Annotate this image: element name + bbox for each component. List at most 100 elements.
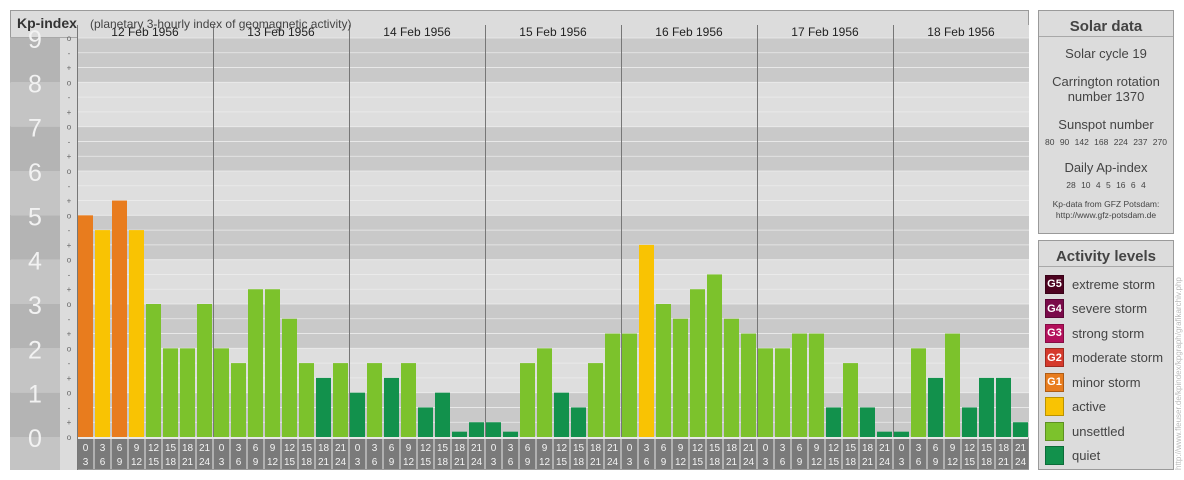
interval-end-label: 12 <box>675 457 687 468</box>
activity-level-swatch: G4 <box>1045 299 1064 318</box>
y-tick-label: 7 <box>28 115 42 143</box>
activity-level-item: G2 moderate storm <box>1045 348 1163 368</box>
activity-level-item: quiet <box>1045 446 1100 466</box>
interval-start-label: 12 <box>964 443 976 454</box>
kp-bar <box>248 289 263 437</box>
kp-bar <box>350 392 365 437</box>
kp-bar <box>792 333 807 437</box>
interval-end-label: 24 <box>879 457 891 468</box>
y-minor-tick: + <box>67 108 72 117</box>
interval-end-label: 9 <box>933 457 939 468</box>
y-minor-tick: - <box>68 226 71 235</box>
interval-end-label: 6 <box>372 457 378 468</box>
kp-bar <box>265 289 280 437</box>
plot-band <box>77 126 1029 171</box>
activity-level-label: unsettled <box>1072 423 1125 439</box>
interval-start-label: 12 <box>692 443 704 454</box>
interval-start-label: 18 <box>182 443 194 454</box>
y-minor-tick: o <box>67 211 72 220</box>
y-minor-tick: + <box>67 197 72 206</box>
kp-bar <box>282 318 297 437</box>
y-minor-tick: o <box>67 167 72 176</box>
y-tick-label: 2 <box>28 336 42 364</box>
solar-data-panel: Solar data Solar cycle 19 Carrington rot… <box>1038 10 1174 234</box>
chart-subtitle: (planetary 3-hourly index of geomagnetic… <box>90 17 351 31</box>
interval-end-label: 15 <box>964 457 976 468</box>
interval-start-label: 21 <box>1015 443 1027 454</box>
interval-start-label: 15 <box>165 443 177 454</box>
interval-start-label: 21 <box>879 443 891 454</box>
interval-end-label: 6 <box>644 457 650 468</box>
day-label: 16 Feb 1956 <box>655 25 723 39</box>
interval-end-label: 9 <box>117 457 123 468</box>
kp-bar <box>503 431 518 437</box>
interval-start-label: 18 <box>318 443 330 454</box>
kp-bar <box>860 407 875 437</box>
interval-start-label: 3 <box>916 443 922 454</box>
interval-start-label: 21 <box>607 443 619 454</box>
activity-level-label: quiet <box>1072 448 1101 463</box>
activity-level-swatch: G5 <box>1045 274 1064 294</box>
interval-start-label: 15 <box>573 443 585 454</box>
interval-start-label: 18 <box>862 443 874 454</box>
interval-end-label: 21 <box>318 457 330 468</box>
interval-end-label: 18 <box>165 457 177 468</box>
interval-end-label: 9 <box>253 457 259 468</box>
y-tick-label: 4 <box>28 248 42 276</box>
interval-end-label: 24 <box>335 457 347 468</box>
interval-start-label: 15 <box>981 443 993 454</box>
y-minor-tick: + <box>67 374 72 383</box>
interval-end-label: 9 <box>525 457 531 468</box>
interval-start-label: 15 <box>845 443 857 454</box>
interval-start-label: 21 <box>471 443 483 454</box>
activity-level-label: active <box>1072 399 1106 414</box>
activity-level-item: unsettled <box>1045 421 1125 441</box>
y-tick-label: 0 <box>28 425 42 453</box>
watermark-url: http://www.fleuser.de/kpindex/kpgraph/gr… <box>1174 277 1183 470</box>
interval-end-label: 3 <box>627 457 633 468</box>
activity-level-swatch <box>1045 446 1064 465</box>
interval-start-label: 0 <box>763 443 769 454</box>
interval-start-label: 12 <box>148 443 160 454</box>
kp-bar <box>1013 422 1028 437</box>
ap-values: 28 10 4 5 16 6 4 <box>1066 180 1146 190</box>
interval-end-label: 15 <box>828 457 840 468</box>
interval-start-label: 3 <box>372 443 378 454</box>
kp-bar <box>197 304 212 437</box>
interval-start-label: 18 <box>726 443 738 454</box>
plot-band <box>77 171 1029 216</box>
interval-end-label: 24 <box>607 457 619 468</box>
y-minor-tick: - <box>68 182 71 191</box>
interval-start-label: 9 <box>542 443 548 454</box>
kp-bar <box>911 348 926 437</box>
carrington-line-1: Carrington rotation <box>1052 74 1160 89</box>
activity-level-item: G1 minor storm <box>1045 372 1141 392</box>
kp-bar <box>741 333 756 437</box>
interval-start-label: 9 <box>814 443 820 454</box>
activity-level-swatch <box>1045 421 1064 441</box>
interval-start-label: 6 <box>525 443 531 454</box>
interval-start-label: 0 <box>355 443 361 454</box>
interval-end-label: 3 <box>219 457 225 468</box>
kp-bar <box>605 333 620 437</box>
interval-end-label: 12 <box>403 457 415 468</box>
kp-chart: 0123456789o+o+-o+-o+-o+-o+-o+-o+-o+-o-12… <box>10 10 1029 470</box>
kp-bar <box>571 407 586 437</box>
kp-bar <box>707 274 722 437</box>
interval-end-label: 12 <box>947 457 959 468</box>
interval-end-label: 18 <box>845 457 857 468</box>
kp-bar <box>452 431 467 437</box>
interval-start-label: 9 <box>950 443 956 454</box>
y-minor-tick: + <box>67 64 72 73</box>
interval-end-label: 6 <box>236 457 242 468</box>
activity-level-label: minor storm <box>1072 374 1141 390</box>
interval-start-label: 6 <box>933 443 939 454</box>
interval-end-label: 18 <box>981 457 993 468</box>
interval-start-label: 9 <box>406 443 412 454</box>
y-tick-label: 1 <box>28 381 42 409</box>
interval-end-label: 3 <box>763 457 769 468</box>
solar-cycle: Solar cycle 19 <box>1065 46 1147 61</box>
y-minor-tick: - <box>68 49 71 58</box>
activity-level-item: G4 severe storm <box>1045 299 1147 319</box>
interval-end-label: 12 <box>811 457 823 468</box>
